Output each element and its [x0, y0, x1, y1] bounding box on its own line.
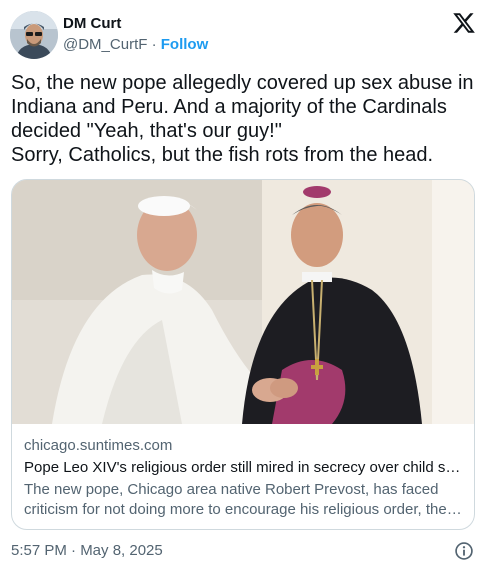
x-logo-icon[interactable] [452, 11, 476, 35]
tweet-text: So, the new pope allegedly covered up se… [11, 72, 474, 166]
avatar[interactable] [10, 11, 58, 59]
handle-row: @DM_CurtF · Follow [63, 36, 208, 54]
card-title[interactable]: Pope Leo XIV's religious order still mir… [24, 458, 464, 478]
card-domain: chicago.suntimes.com [24, 437, 173, 454]
card-photo [12, 180, 474, 424]
card-image[interactable] [12, 180, 474, 424]
card-description: The new pope, Chicago area native Robert… [24, 481, 447, 518]
timestamp[interactable]: 5:57 PM · May 8, 2025 [11, 541, 163, 561]
handle[interactable]: @DM_CurtF [63, 36, 147, 53]
display-name[interactable]: DM Curt [63, 15, 208, 33]
author-info: DM Curt @DM_CurtF · Follow [63, 15, 208, 54]
separator: · [151, 36, 157, 53]
avatar-icon [10, 11, 58, 59]
link-card[interactable]: chicago.suntimes.com Pope Leo XIV's reli… [11, 179, 475, 530]
card-body: chicago.suntimes.com Pope Leo XIV's reli… [24, 437, 464, 520]
follow-button[interactable]: Follow [161, 36, 209, 53]
tweet-header: DM Curt @DM_CurtF · Follow [10, 11, 480, 61]
info-icon[interactable] [454, 541, 474, 561]
